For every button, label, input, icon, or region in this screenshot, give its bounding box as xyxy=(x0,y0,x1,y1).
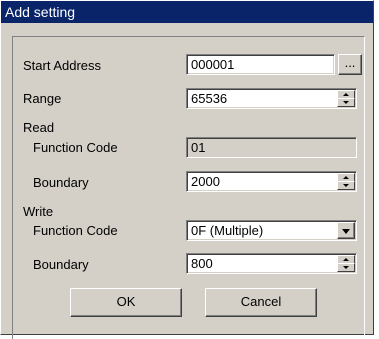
chevron-down-icon xyxy=(342,229,350,234)
write-function-code-label: Function Code xyxy=(33,223,118,238)
arrow-up-icon xyxy=(343,258,349,261)
write-boundary-spin-arrows-icon[interactable] xyxy=(337,255,355,272)
browse-button[interactable]: ... xyxy=(338,54,362,75)
write-boundary-label: Boundary xyxy=(33,257,89,272)
dropdown-button[interactable] xyxy=(337,222,355,239)
arrow-up-icon xyxy=(343,176,349,179)
range-label: Range xyxy=(23,91,62,106)
spin-down-button[interactable] xyxy=(337,98,355,107)
arrow-down-icon xyxy=(343,266,349,269)
start-address-label: Start Address xyxy=(23,58,102,73)
arrow-up-icon xyxy=(343,93,349,96)
range-value: 65536 xyxy=(191,91,228,106)
write-boundary-value: 800 xyxy=(191,256,213,271)
read-boundary-label: Boundary xyxy=(33,175,89,190)
arrow-down-icon xyxy=(343,101,349,104)
spin-down-button[interactable] xyxy=(337,263,355,272)
arrow-down-icon xyxy=(343,184,349,187)
read-boundary-value: 2000 xyxy=(191,174,220,189)
read-section-label: Read xyxy=(23,120,55,135)
read-boundary-spin-arrows-icon[interactable] xyxy=(337,173,355,190)
write-section-label: Write xyxy=(23,204,54,219)
read-boundary-spinbox[interactable]: 2000 xyxy=(186,171,357,192)
read-function-code-label: Function Code xyxy=(33,140,118,155)
read-function-code-field: 01 xyxy=(186,137,357,158)
spin-down-button[interactable] xyxy=(337,181,355,190)
range-spinbox[interactable]: 65536 xyxy=(186,88,357,109)
ok-button[interactable]: OK xyxy=(70,288,182,317)
dialog-title: Add setting xyxy=(1,1,373,23)
add-setting-dialog: Add setting Start Address 000001 ... Ran… xyxy=(0,0,374,339)
write-function-code-value: 0F (Multiple) xyxy=(191,223,264,238)
range-spin-arrows-icon[interactable] xyxy=(337,90,355,107)
write-function-code-select[interactable]: 0F (Multiple) xyxy=(186,220,357,241)
start-address-input[interactable]: 000001 xyxy=(186,54,335,75)
cancel-button[interactable]: Cancel xyxy=(205,288,317,317)
write-boundary-spinbox[interactable]: 800 xyxy=(186,253,357,274)
